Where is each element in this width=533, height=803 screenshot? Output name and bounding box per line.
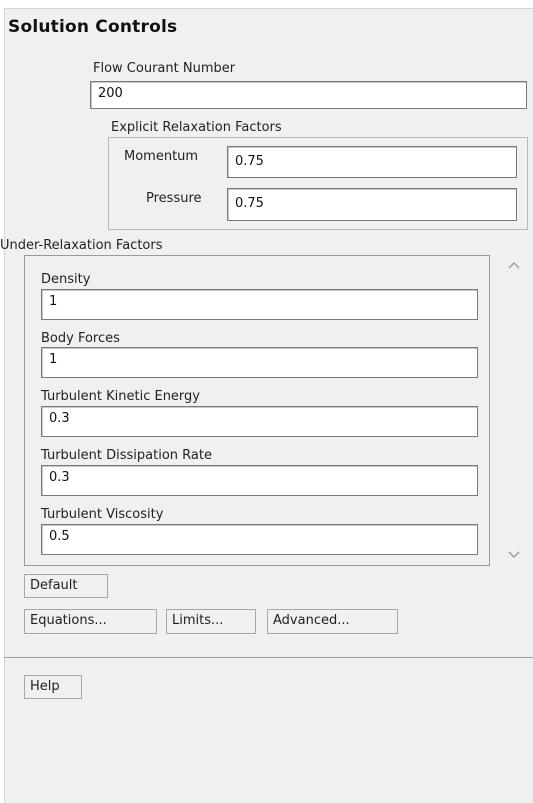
- chevron-up-icon[interactable]: [504, 258, 524, 274]
- body-forces-label: Body Forces: [41, 331, 120, 346]
- help-button[interactable]: Help: [24, 675, 82, 699]
- limits-button[interactable]: Limits...: [166, 609, 256, 634]
- default-button[interactable]: Default: [24, 574, 108, 598]
- panel-title: Solution Controls: [8, 17, 178, 37]
- pressure-label: Pressure: [146, 191, 202, 206]
- pressure-input[interactable]: 0.75: [227, 188, 517, 221]
- tdr-input[interactable]: 0.3: [41, 465, 478, 496]
- momentum-label: Momentum: [124, 149, 199, 164]
- separator: [4, 657, 533, 658]
- momentum-input[interactable]: 0.75: [227, 146, 517, 178]
- tke-input[interactable]: 0.3: [41, 406, 478, 437]
- density-label: Density: [41, 272, 91, 287]
- tke-label: Turbulent Kinetic Energy: [41, 389, 200, 404]
- under-relaxation-title: Under-Relaxation Factors: [0, 238, 163, 253]
- tdr-label: Turbulent Dissipation Rate: [41, 448, 212, 463]
- explicit-relaxation-title: Explicit Relaxation Factors: [111, 120, 282, 135]
- body-forces-input[interactable]: 1: [41, 347, 478, 378]
- flow-courant-input[interactable]: 200: [90, 81, 527, 109]
- turbulent-viscosity-label: Turbulent Viscosity: [41, 507, 164, 522]
- flow-courant-label: Flow Courant Number: [93, 61, 236, 76]
- advanced-button[interactable]: Advanced...: [267, 609, 398, 634]
- density-input[interactable]: 1: [41, 289, 478, 320]
- chevron-down-icon[interactable]: [504, 548, 524, 564]
- turbulent-viscosity-input[interactable]: 0.5: [41, 524, 478, 555]
- equations-button[interactable]: Equations...: [24, 609, 157, 634]
